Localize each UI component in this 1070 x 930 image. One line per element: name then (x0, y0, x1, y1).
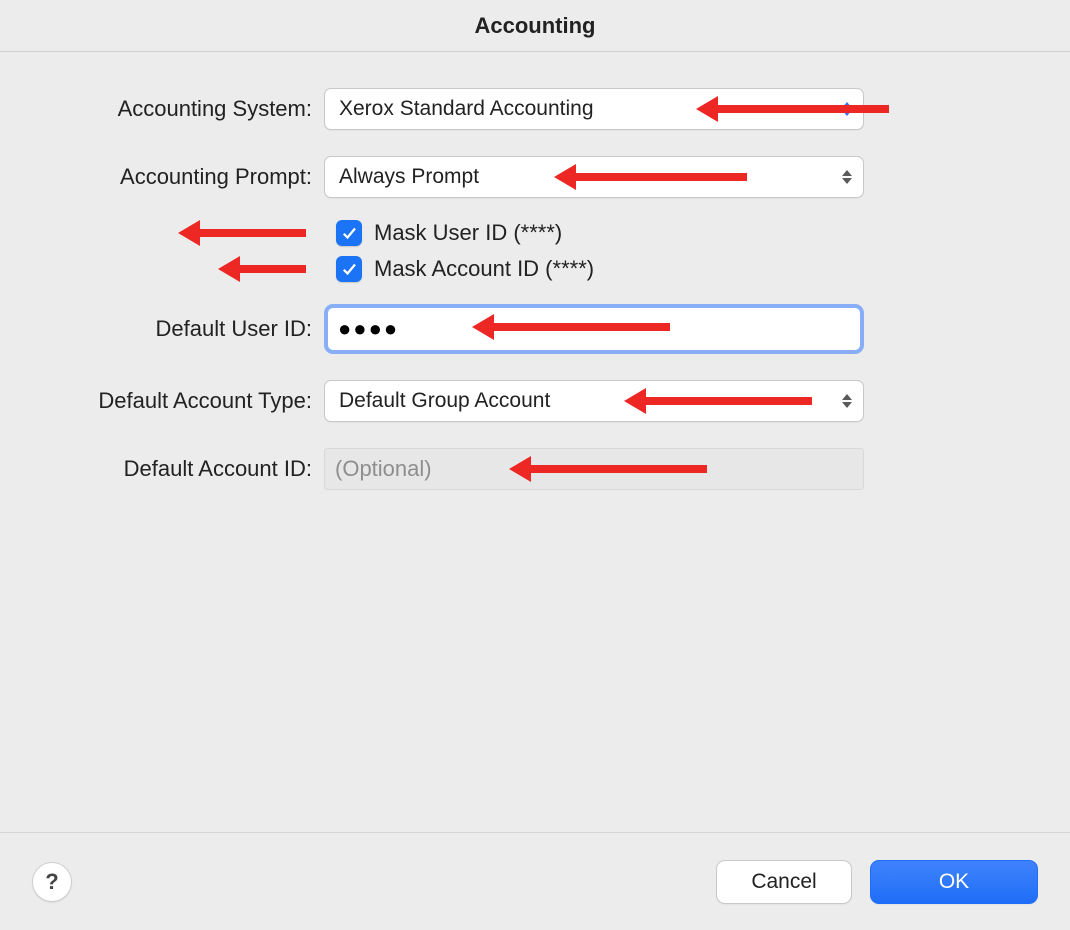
dialog-footer: ? Cancel OK (0, 832, 1070, 930)
help-icon: ? (45, 869, 58, 895)
cancel-button-label: Cancel (751, 870, 816, 894)
label-mask-account-id: Mask Account ID (****) (374, 256, 594, 282)
row-accounting-prompt: Accounting Prompt: Always Prompt (32, 156, 1038, 198)
chevron-up-down-icon (839, 98, 855, 120)
annotation-arrow (236, 265, 306, 273)
chevron-up-down-icon (839, 166, 855, 188)
dialog-content: Accounting System: Xerox Standard Accoun… (0, 52, 1070, 490)
ok-button-label: OK (939, 870, 969, 894)
select-accounting-prompt[interactable]: Always Prompt (324, 156, 864, 198)
annotation-arrow (196, 229, 306, 237)
row-default-account-type: Default Account Type: Default Group Acco… (32, 380, 1038, 422)
chevron-up-down-icon (839, 390, 855, 412)
select-default-account-type[interactable]: Default Group Account (324, 380, 864, 422)
select-default-account-type-value: Default Group Account (339, 389, 550, 413)
input-default-account-id[interactable]: (Optional) (324, 448, 864, 490)
label-default-account-type: Default Account Type: (32, 388, 324, 414)
cancel-button[interactable]: Cancel (716, 860, 852, 904)
row-mask-user-id: Mask User ID (****) (336, 220, 1038, 246)
ok-button[interactable]: OK (870, 860, 1038, 904)
select-accounting-system[interactable]: Xerox Standard Accounting (324, 88, 864, 130)
label-default-account-id: Default Account ID: (32, 456, 324, 482)
input-default-account-id-placeholder: (Optional) (335, 456, 432, 482)
label-mask-user-id: Mask User ID (****) (374, 220, 562, 246)
dialog-title: Accounting (0, 0, 1070, 52)
label-accounting-prompt: Accounting Prompt: (32, 164, 324, 190)
check-icon (340, 260, 358, 278)
row-mask-account-id: Mask Account ID (****) (336, 256, 1038, 282)
dialog-title-text: Accounting (475, 13, 596, 39)
help-button[interactable]: ? (32, 862, 72, 902)
label-accounting-system: Accounting System: (32, 96, 324, 122)
row-default-user-id: Default User ID: (32, 304, 1038, 354)
checkbox-mask-user-id[interactable] (336, 220, 362, 246)
input-default-user-id[interactable] (332, 312, 856, 346)
row-default-account-id: Default Account ID: (Optional) (32, 448, 1038, 490)
checkbox-mask-account-id[interactable] (336, 256, 362, 282)
select-accounting-prompt-value: Always Prompt (339, 165, 479, 189)
check-icon (340, 224, 358, 242)
label-default-user-id: Default User ID: (32, 316, 324, 342)
row-accounting-system: Accounting System: Xerox Standard Accoun… (32, 88, 1038, 130)
select-accounting-system-value: Xerox Standard Accounting (339, 97, 594, 121)
input-default-user-id-focusring (324, 304, 864, 354)
